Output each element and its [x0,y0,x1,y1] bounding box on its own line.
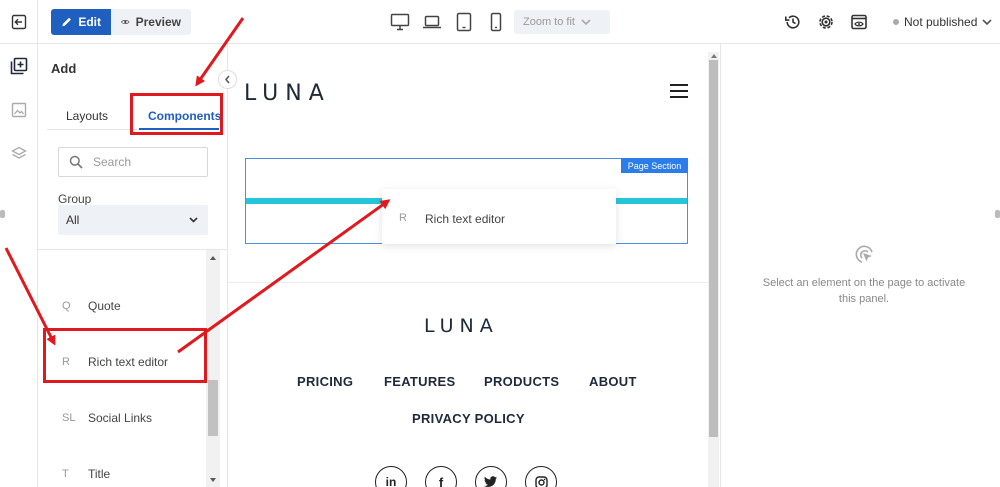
list-item-title[interactable]: T Title [38,459,206,487]
page-canvas[interactable]: LUNA Page Section R Rich text editor LUN… [228,44,720,487]
gear-icon[interactable] [817,13,835,31]
preview-label: Preview [135,15,181,29]
history-icon[interactable] [784,13,802,31]
panel-title: Add [51,61,77,76]
group-select[interactable]: All [58,205,208,235]
cursor-select-icon [855,245,873,263]
footer-link-about[interactable]: ABOUT [589,374,637,389]
toolbar-actions: Not published [784,10,992,34]
list-item-label: Title [88,467,111,481]
status-dot [893,19,899,25]
image-icon [11,102,27,118]
properties-panel: Select an element on the page to activat… [720,44,1000,487]
chevron-down-icon [581,18,591,25]
instagram-icon[interactable] [525,466,557,487]
search-input[interactable] [93,155,193,169]
edit-button[interactable]: Edit [51,9,111,35]
linkedin-icon[interactable]: in [375,466,407,487]
list-item-key: SL [62,412,76,424]
collapse-panel-button[interactable] [218,70,237,89]
preview-button[interactable]: Preview [111,9,191,35]
group-label: Group [58,192,92,206]
mobile-view-button[interactable] [486,12,506,32]
media-panel-button[interactable] [7,98,31,122]
group-value: All [66,213,80,227]
highlight-rich-text-editor [43,328,207,383]
desktop-view-button[interactable] [390,12,410,32]
list-item-label: Quote [88,299,121,313]
drag-preview: R Rich text editor [382,189,616,244]
tablet-view-button[interactable] [454,12,474,32]
canvas-scroll-up-arrow[interactable] [709,52,718,60]
tab-layouts[interactable]: Layouts [66,109,108,123]
add-panel-button[interactable] [7,54,31,78]
laptop-icon [423,15,441,29]
search-box [58,147,208,177]
add-element-icon [10,57,28,75]
highlight-components-tab [130,93,223,135]
chevron-left-icon [225,75,230,84]
exit-icon [11,14,26,30]
properties-empty-message: Select an element on the page to activat… [762,277,966,305]
twitter-glyph [484,476,497,487]
scroll-up-arrow[interactable] [206,252,220,264]
publish-status[interactable]: Not published [893,15,992,29]
footer-link-features[interactable]: FEATURES [384,374,456,389]
preview-window-icon[interactable] [850,13,868,31]
canvas-scroll-thumb[interactable] [709,60,718,437]
footer-link-privacy-policy[interactable]: PRIVACY POLICY [412,411,525,426]
triangle-up-icon [710,54,717,58]
chevron-down-icon [189,217,198,223]
footer-link-pricing[interactable]: PRICING [297,374,353,389]
drag-preview-label: Rich text editor [425,212,506,226]
top-toolbar: Edit Preview Zoom to fit Not published [0,0,1000,44]
facebook-icon[interactable]: f [425,466,457,487]
drag-preview-key: R [399,212,407,224]
eye-icon [121,20,130,24]
exit-button[interactable] [0,0,38,44]
desktop-icon [390,13,410,31]
list-item-key: T [62,468,69,480]
edit-label: Edit [78,15,101,29]
list-scrollbar[interactable] [206,250,220,487]
section-tag: Page Section [621,158,688,173]
layers-panel-button[interactable] [7,142,31,166]
facebook-glyph: f [438,474,444,487]
twitter-icon[interactable] [475,466,507,487]
triangle-down-icon [210,478,216,482]
pencil-icon [62,17,71,27]
tablet-icon [456,12,472,32]
instagram-glyph [534,475,548,487]
scroll-down-arrow[interactable] [206,474,220,486]
device-switcher [390,10,506,34]
mode-toggle: Edit Preview [51,9,191,35]
right-edge-handle [995,210,1000,218]
left-icon-rail [0,44,38,487]
list-item-social-links[interactable]: SL Social Links [38,403,206,433]
linkedin-glyph: in [385,475,397,487]
list-item-label: Social Links [88,411,153,425]
mobile-icon [490,12,502,32]
zoom-select[interactable]: Zoom to fit [514,10,610,34]
status-label: Not published [904,15,978,29]
hamburger-menu-icon[interactable] [670,84,688,98]
laptop-view-button[interactable] [422,12,442,32]
canvas-scrollbar[interactable] [708,52,719,487]
section-divider [228,282,708,283]
list-item-key: Q [62,300,71,312]
footer-logo[interactable]: LUNA [424,315,499,337]
triangle-up-icon [210,256,216,260]
layers-icon [11,146,27,159]
search-icon [69,155,83,169]
left-edge-handle [0,210,5,218]
footer-link-products[interactable]: PRODUCTS [484,374,559,389]
site-logo[interactable]: LUNA [244,81,331,106]
zoom-label: Zoom to fit [523,16,575,28]
chevron-down-icon [982,18,992,25]
list-item-quote[interactable]: Q Quote [38,291,206,321]
scroll-thumb[interactable] [208,380,218,436]
